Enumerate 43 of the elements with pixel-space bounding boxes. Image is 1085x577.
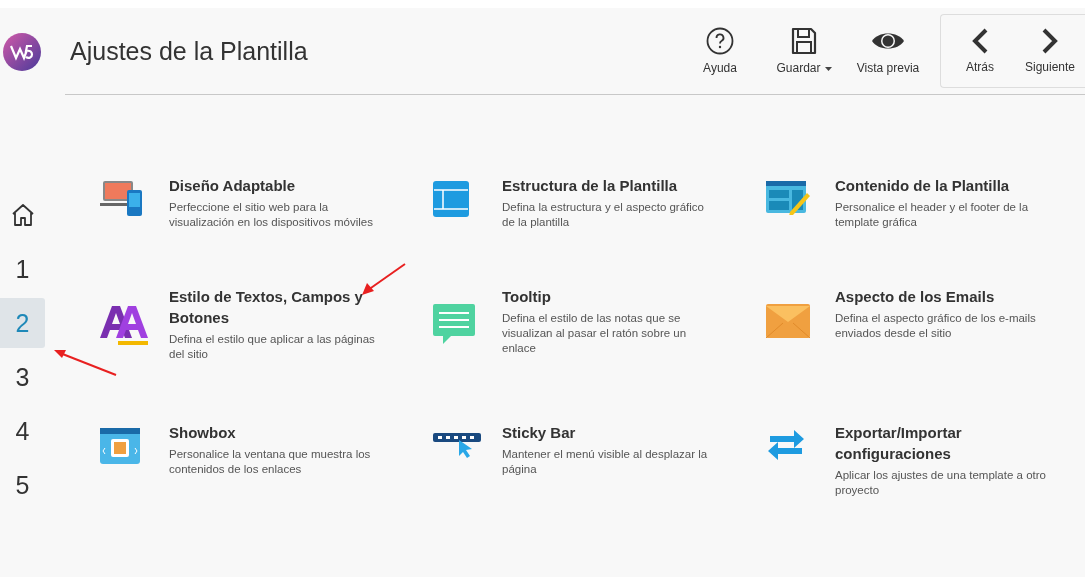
swap-arrows-icon <box>766 428 806 460</box>
help-icon <box>706 27 734 55</box>
annotation-arrow <box>362 262 407 296</box>
option-description: Aplicar los ajustes de una template a otro proyecto <box>835 468 1047 498</box>
option-title[interactable]: Exportar/Importar configuraciones <box>835 422 1049 464</box>
page-title: Ajustes de la Plantilla <box>70 36 308 66</box>
option-description: Defina la estructura y el aspecto gráfico de la plantilla <box>502 200 705 230</box>
option-title[interactable]: Estilo de Textos, Campos y Botones <box>169 286 383 328</box>
nav-button[interactable]: Atrás <box>945 28 1015 74</box>
speech-bubble-icon <box>433 304 475 344</box>
window-pencil-icon <box>766 181 810 215</box>
option-title[interactable]: Sticky Bar <box>502 422 716 443</box>
option-title[interactable]: Estructura de la Plantilla <box>502 175 716 196</box>
save-icon <box>791 27 817 55</box>
option-description: Defina el aspecto gráfico de los e-mails enviados desde el sitio <box>835 311 1037 341</box>
nav-button[interactable]: Siguiente <box>1015 28 1085 74</box>
step-tab[interactable]: 1 <box>0 244 45 294</box>
step-tab[interactable]: 5 <box>0 460 45 510</box>
option-title[interactable]: Aspecto de los Emails <box>835 286 1049 307</box>
option-description: Personalice la ventana que muestra los contenidos de los enlaces <box>169 447 372 477</box>
toolbar-button[interactable]: Vista previa <box>846 27 930 75</box>
option-title[interactable]: Diseño Adaptable <box>169 175 383 196</box>
caret-icon <box>824 66 832 71</box>
home-icon <box>10 203 35 227</box>
toolbar-button[interactable]: Ayuda <box>678 27 762 75</box>
option-title[interactable]: Contenido de la Plantilla <box>835 175 1049 196</box>
layout-icon <box>433 181 469 217</box>
chevron-right-icon <box>1041 28 1059 54</box>
laptop-phone-icon <box>100 181 144 217</box>
font-style-icon <box>100 304 150 346</box>
option-description: Defina el estilo de las notas que se visualizan al pasar el ratón sobre un enlace <box>502 311 688 356</box>
chevron-left-icon <box>971 28 989 54</box>
option-title[interactable]: Tooltip <box>502 286 716 307</box>
option-description: Defina el estilo que aplicar a las páginas del sitio <box>169 332 376 362</box>
option-description: Mantener el menú visible al desplazar la página <box>502 447 709 477</box>
option-description: Perfeccione el sitio web para la visualización en los dispositivos móviles <box>169 200 374 230</box>
step-tab[interactable]: 4 <box>0 406 45 456</box>
envelope-icon <box>766 304 810 338</box>
option-description: Personalice el header y el footer de la template gráfica <box>835 200 1030 230</box>
option-title[interactable]: Showbox <box>169 422 383 443</box>
step-tab[interactable]: 3 <box>0 352 45 402</box>
toolbar-button[interactable]: Guardar <box>762 27 846 75</box>
gallery-window-icon <box>100 428 140 464</box>
